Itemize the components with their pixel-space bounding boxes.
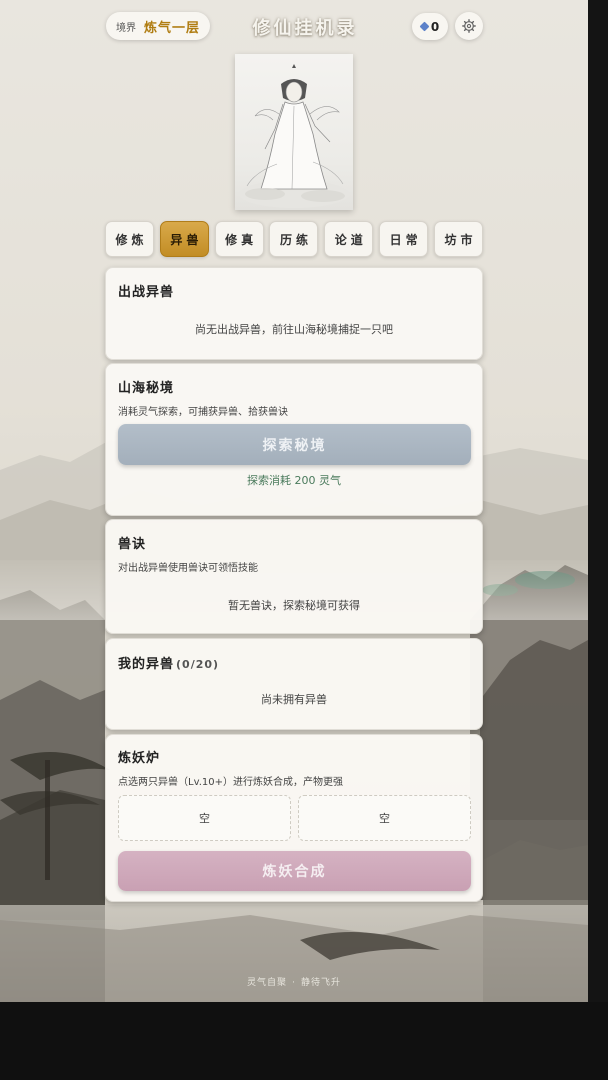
card-description: 对出战异兽使用兽诀可领悟技能 bbox=[118, 563, 258, 574]
gear-icon bbox=[462, 19, 476, 33]
diamond-icon bbox=[419, 21, 430, 32]
fusion-slot-left[interactable]: 空 bbox=[118, 795, 291, 841]
gem-counter: 0 bbox=[412, 13, 448, 40]
card-title: 山海秘境 bbox=[118, 381, 175, 396]
demon-furnace-card: 炼妖炉 点选两只异兽（Lv.10+）进行炼妖合成，产物更强 空 空 炼妖合成 bbox=[105, 734, 483, 902]
app-viewport: 境界 炼气一层 修仙挂机录 0 修炼 异兽 修真 历练 论道 日常 坊市 出战异… bbox=[0, 0, 588, 1002]
secret-realm-card: 山海秘境 消耗灵气探索，可捕获异兽、拾获兽诀 探索秘境 探索消耗 200 灵气 bbox=[105, 363, 483, 516]
card-description: 消耗灵气探索，可捕获异兽、拾获兽诀 bbox=[118, 407, 288, 418]
side-gutter bbox=[588, 0, 608, 1002]
active-beast-card: 出战异兽 尚无出战异兽，前往山海秘境捕捉一只吧 bbox=[105, 267, 483, 360]
card-title: 我的异兽 (0/20) bbox=[118, 653, 219, 672]
beast-count: (0/20) bbox=[176, 658, 220, 671]
footer-left: 灵气自聚 bbox=[247, 978, 288, 988]
card-description: 点选两只异兽（Lv.10+）进行炼妖合成，产物更强 bbox=[118, 777, 343, 788]
tab-daily[interactable]: 日常 bbox=[379, 221, 429, 257]
fuse-button[interactable]: 炼妖合成 bbox=[118, 851, 471, 891]
realm-indicator: 境界 炼气一层 bbox=[106, 12, 211, 40]
app-title: 修仙挂机录 bbox=[252, 18, 358, 39]
tab-beasts[interactable]: 异兽 bbox=[159, 221, 209, 257]
cultivator-figure-image bbox=[239, 64, 349, 208]
realm-value: 炼气一层 bbox=[144, 20, 201, 36]
card-title: 炼妖炉 bbox=[118, 751, 161, 766]
settings-button[interactable] bbox=[455, 12, 483, 40]
card-title: 出战异兽 bbox=[118, 285, 175, 300]
main-tabs: 修炼 异兽 修真 历练 论道 日常 坊市 bbox=[105, 221, 483, 257]
tab-debate[interactable]: 论道 bbox=[324, 221, 374, 257]
tab-cultivate[interactable]: 修炼 bbox=[105, 221, 154, 257]
explore-cost-text: 探索消耗 200 灵气 bbox=[247, 474, 341, 487]
bottom-bar bbox=[0, 1002, 608, 1080]
empty-state-text: 尚无出战异兽，前往山海秘境捕捉一只吧 bbox=[195, 323, 393, 336]
cultivator-portrait bbox=[235, 54, 353, 210]
footer-separator: · bbox=[292, 978, 296, 988]
fusion-slot-right[interactable]: 空 bbox=[298, 795, 471, 841]
tab-market[interactable]: 坊市 bbox=[433, 221, 483, 257]
explore-realm-button[interactable]: 探索秘境 bbox=[118, 424, 471, 465]
empty-state-text: 暂无兽诀，探索秘境可获得 bbox=[228, 599, 360, 612]
tab-trial[interactable]: 历练 bbox=[269, 221, 319, 257]
footer-right: 静待飞升 bbox=[300, 978, 341, 988]
realm-label: 境界 bbox=[116, 22, 136, 34]
beast-arts-card: 兽诀 对出战异兽使用兽诀可领悟技能 暂无兽诀，探索秘境可获得 bbox=[105, 519, 483, 634]
empty-state-text: 尚未拥有异兽 bbox=[261, 693, 327, 706]
tab-immortal[interactable]: 修真 bbox=[214, 221, 264, 257]
footer-motto: 灵气自聚 · 静待飞升 bbox=[0, 975, 588, 988]
card-title: 兽诀 bbox=[118, 537, 147, 552]
my-beasts-card: 我的异兽 (0/20) 尚未拥有异兽 bbox=[105, 638, 483, 730]
my-beasts-title: 我的异兽 bbox=[118, 657, 175, 672]
gem-count: 0 bbox=[430, 19, 440, 34]
